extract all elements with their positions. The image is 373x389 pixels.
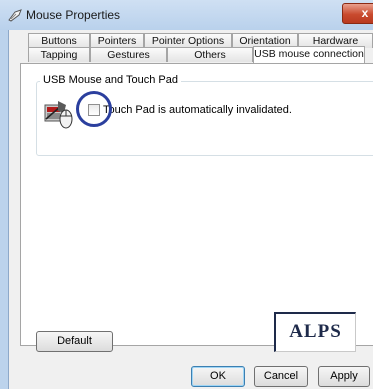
window-title: Mouse Properties (26, 8, 121, 22)
group-label: USB Mouse and Touch Pad (40, 74, 181, 86)
tab-pointer-options[interactable]: Pointer Options (144, 33, 232, 48)
tab-usb-mouse-connection[interactable]: USB mouse connection (253, 46, 365, 63)
tab-pointers[interactable]: Pointers (90, 33, 144, 48)
alps-logo: ALPS (274, 312, 356, 352)
apply-button[interactable]: Apply (318, 366, 370, 387)
ok-button[interactable]: OK (191, 366, 245, 387)
touchpad-invalidate-label: Touch Pad is automatically invalidated. (103, 104, 292, 116)
default-button[interactable]: Default (36, 331, 113, 352)
cancel-button[interactable]: Cancel (254, 366, 308, 387)
close-button[interactable]: x (342, 3, 373, 24)
tab-tapping[interactable]: Tapping (28, 47, 90, 62)
tab-others[interactable]: Others (167, 47, 253, 62)
title-bar[interactable]: Mouse Properties x (0, 0, 373, 30)
touchpad-invalidate-checkbox[interactable] (88, 104, 100, 116)
tab-gestures[interactable]: Gestures (90, 47, 167, 62)
mouse-pointer-icon (8, 9, 22, 22)
mouse-touchpad-device-icon (44, 101, 73, 129)
tab-buttons[interactable]: Buttons (28, 33, 90, 48)
